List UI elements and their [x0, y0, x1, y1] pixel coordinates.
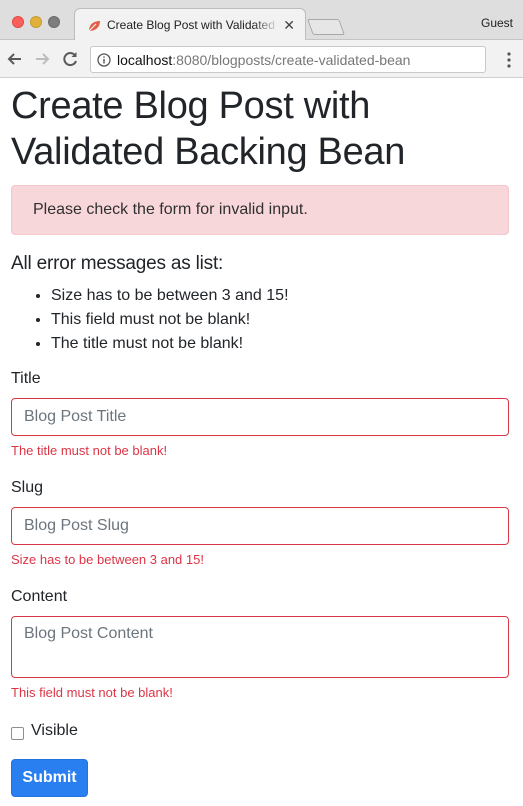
url-text: localhost:8080/blogposts/create-validate…	[117, 52, 410, 68]
visible-checkbox[interactable]	[11, 727, 24, 740]
error-list: Size has to be between 3 and 15! This fi…	[11, 284, 509, 356]
tab-bar: Create Blog Post with Validated Backing …	[0, 0, 523, 41]
page-title: Create Blog Post with Validated Backing …	[11, 85, 406, 173]
reload-icon[interactable]	[60, 49, 80, 69]
close-icon[interactable]: ✕	[283, 17, 295, 33]
tab-title: Create Blog Post with Validated Backing …	[107, 18, 279, 32]
content-error: This field must not be blank!	[11, 685, 173, 700]
profile-label[interactable]: Guest	[481, 16, 513, 30]
error-list-item: This field must not be blank!	[51, 308, 509, 332]
arrow-right-icon[interactable]	[32, 49, 52, 69]
slug-form-group: Slug Size has to be between 3 and 15!	[11, 479, 509, 567]
window-close-button[interactable]	[12, 16, 24, 28]
error-list-item: Size has to be between 3 and 15!	[51, 284, 509, 308]
leaf-favicon-icon	[88, 21, 100, 32]
visible-label[interactable]: Visible	[31, 722, 78, 740]
info-icon[interactable]	[97, 53, 111, 67]
slug-label: Slug	[11, 479, 44, 496]
title-error: The title must not be blank!	[11, 443, 168, 458]
title-input[interactable]	[11, 398, 509, 436]
address-bar[interactable]: localhost:8080/blogposts/create-validate…	[90, 46, 486, 73]
kebab-menu-icon[interactable]	[507, 52, 511, 68]
content-textarea[interactable]	[11, 616, 509, 678]
window-minimize-button[interactable]	[30, 16, 42, 28]
title-form-group: Title The title must not be blank!	[11, 370, 509, 458]
error-list-item: The title must not be blank!	[51, 332, 509, 356]
window-zoom-button[interactable]	[48, 16, 60, 28]
content-label: Content	[11, 588, 68, 605]
url-host: localhost	[117, 52, 173, 68]
slug-error: Size has to be between 3 and 15!	[11, 552, 204, 567]
url-path: :8080/blogposts/create-validated-bean	[172, 52, 411, 68]
browser-tab[interactable]: Create Blog Post with Validated Backing …	[74, 8, 306, 41]
content-form-group: Content This field must not be blank!	[11, 588, 509, 700]
browser-toolbar: localhost:8080/blogposts/create-validate…	[0, 40, 523, 78]
submit-button[interactable]: Submit	[11, 759, 88, 797]
new-tab-button[interactable]	[307, 19, 345, 35]
page-content: Create Blog Post with Validated Backing …	[11, 80, 509, 797]
slug-input[interactable]	[11, 507, 509, 545]
arrow-left-icon[interactable]	[5, 49, 25, 69]
error-alert: Please check the form for invalid input.	[11, 185, 509, 235]
title-label: Title	[11, 370, 41, 387]
errors-heading: All error messages as list:	[11, 253, 224, 274]
